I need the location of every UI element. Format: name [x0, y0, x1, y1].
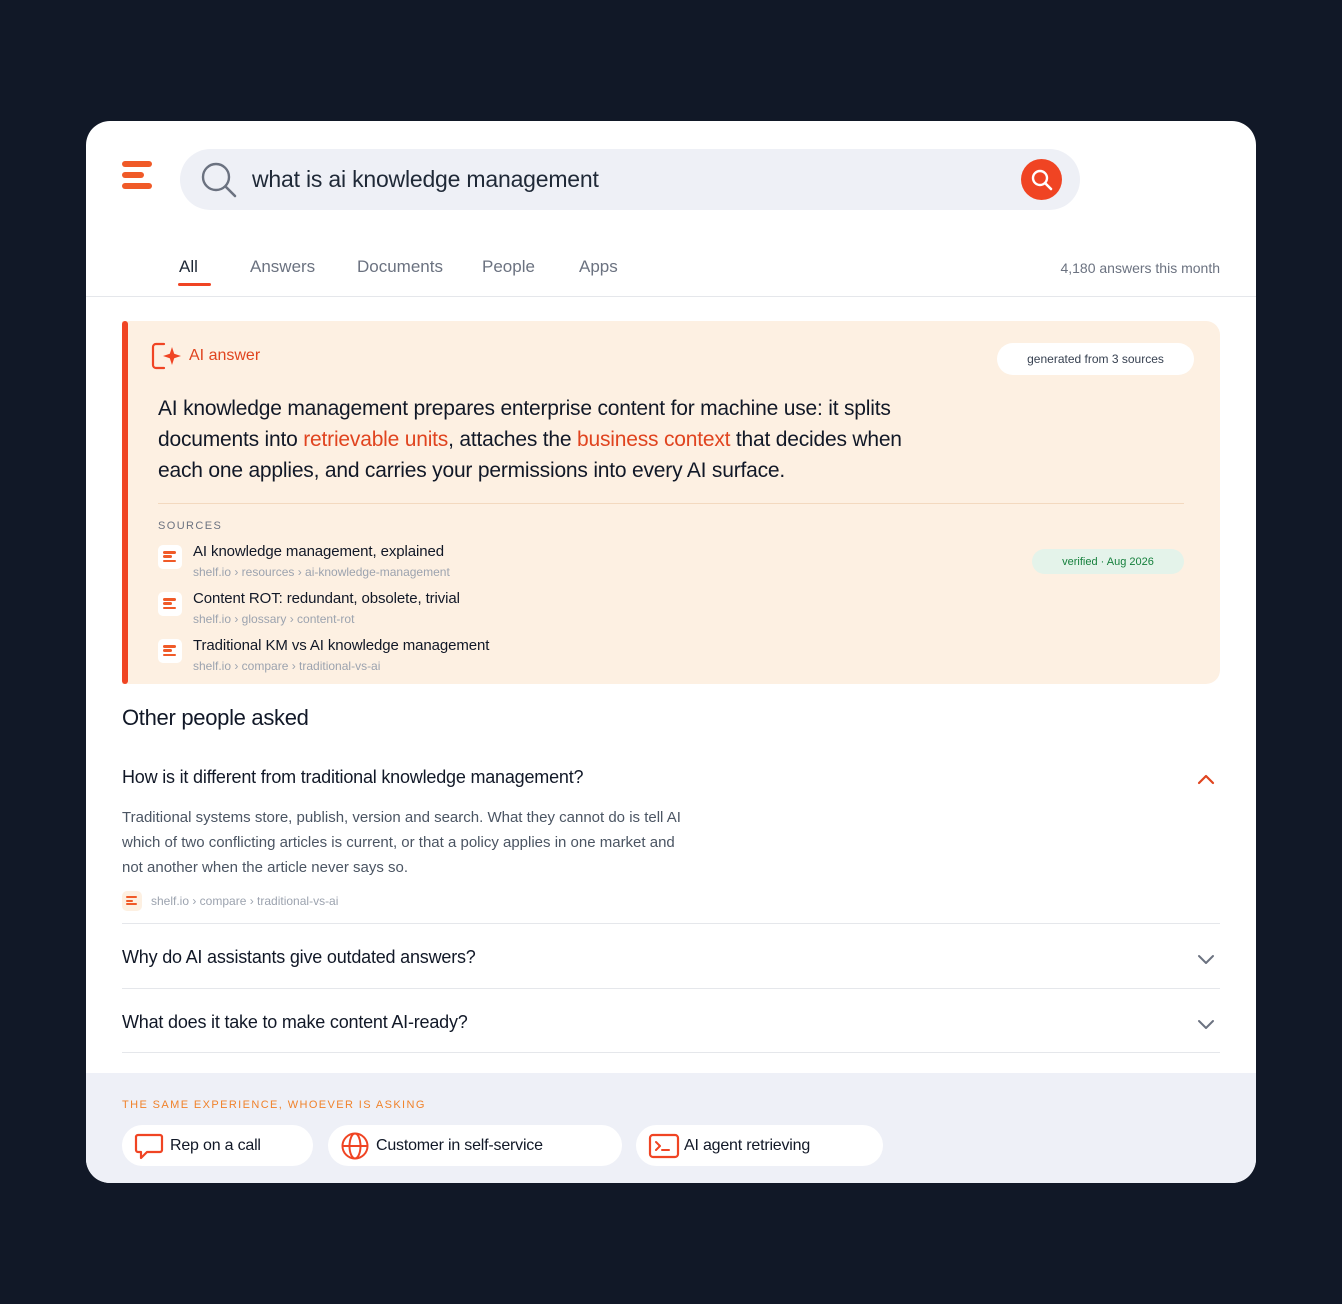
source-item[interactable]: AI knowledge management, explained shelf…	[158, 543, 758, 587]
active-tab-indicator	[178, 283, 211, 286]
search-icon	[1031, 169, 1052, 190]
chat-bubble-icon	[134, 1133, 164, 1160]
tab-apps[interactable]: Apps	[579, 257, 618, 277]
tab-answers[interactable]: Answers	[250, 257, 315, 277]
source-doc-icon	[158, 545, 182, 569]
tab-all[interactable]: All	[179, 257, 198, 277]
answer-text-part: , attaches the	[448, 428, 578, 451]
divider	[122, 1052, 1220, 1053]
footer-heading: THE SAME EXPERIENCE, WHOEVER IS ASKING	[122, 1099, 426, 1111]
faq-question[interactable]: How is it different from traditional kno…	[122, 767, 584, 788]
terminal-icon	[648, 1133, 680, 1159]
chip-label: Rep on a call	[170, 1137, 261, 1154]
experience-footer: THE SAME EXPERIENCE, WHOEVER IS ASKING R…	[86, 1073, 1256, 1183]
answers-count: 4,180 answers this month	[1060, 260, 1220, 276]
faq-question[interactable]: Why do AI assistants give outdated answe…	[122, 947, 476, 968]
search-bar[interactable]: what is ai knowledge management	[180, 149, 1080, 210]
verified-badge: verified · Aug 2026	[1032, 549, 1184, 574]
search-input[interactable]: what is ai knowledge management	[252, 166, 599, 193]
divider	[158, 503, 1184, 504]
tab-documents[interactable]: Documents	[357, 257, 443, 277]
chip-customer-self-service[interactable]: Customer in self-service	[328, 1125, 622, 1166]
chevron-down-icon[interactable]	[1196, 1018, 1216, 1030]
source-url[interactable]: shelf.io › compare › traditional-vs-ai	[151, 894, 338, 908]
ai-answer-panel: AI answer generated from 3 sources AI kn…	[122, 321, 1220, 684]
results-tabs: All Answers Documents People Apps 4,180 …	[86, 251, 1256, 297]
faq-question[interactable]: What does it take to make content AI-rea…	[122, 1012, 468, 1033]
shelf-logo-icon[interactable]	[122, 161, 154, 189]
chip-ai-agent-retrieving[interactable]: AI agent retrieving	[636, 1125, 883, 1166]
source-doc-icon	[158, 639, 182, 663]
search-button[interactable]	[1021, 159, 1062, 200]
faq-source-link[interactable]: shelf.io › compare › traditional-vs-ai	[122, 891, 522, 913]
generated-from-badge: generated from 3 sources	[997, 343, 1194, 375]
ai-answer-label: AI answer	[189, 347, 261, 364]
tab-people[interactable]: People	[482, 257, 535, 277]
highlight-retrievable-units[interactable]: retrievable units	[303, 428, 448, 451]
source-title[interactable]: Traditional KM vs AI knowledge managemen…	[193, 637, 489, 654]
chip-label: AI agent retrieving	[684, 1137, 811, 1154]
source-url: shelf.io › resources › ai-knowledge-mana…	[193, 565, 450, 579]
source-url: shelf.io › compare › traditional-vs-ai	[193, 659, 381, 673]
sources-heading: SOURCES	[158, 520, 223, 532]
source-doc-icon	[122, 891, 142, 911]
source-url: shelf.io › glossary › content-rot	[193, 612, 355, 626]
ai-answer-accent-bar	[122, 321, 128, 684]
source-doc-icon	[158, 592, 182, 616]
divider	[122, 923, 1220, 924]
highlight-business-context[interactable]: business context	[577, 428, 730, 451]
ai-answer-text: AI knowledge management prepares enterpr…	[158, 393, 918, 486]
chevron-down-icon[interactable]	[1196, 953, 1216, 965]
other-people-asked-heading: Other people asked	[122, 705, 309, 730]
source-item[interactable]: Content ROT: redundant, obsolete, trivia…	[158, 590, 758, 634]
divider	[122, 988, 1220, 989]
chip-rep-on-a-call[interactable]: Rep on a call	[122, 1125, 313, 1166]
globe-icon	[341, 1132, 369, 1160]
source-title[interactable]: AI knowledge management, explained	[193, 543, 444, 560]
search-results-card: what is ai knowledge management All Answ…	[86, 121, 1256, 1183]
faq-answer: Traditional systems store, publish, vers…	[122, 809, 681, 876]
chevron-up-icon[interactable]	[1196, 773, 1216, 785]
source-item[interactable]: Traditional KM vs AI knowledge managemen…	[158, 637, 758, 681]
search-icon	[201, 162, 237, 198]
ai-sparkle-icon	[151, 342, 181, 370]
source-title[interactable]: Content ROT: redundant, obsolete, trivia…	[193, 590, 460, 607]
chip-label: Customer in self-service	[376, 1137, 543, 1154]
